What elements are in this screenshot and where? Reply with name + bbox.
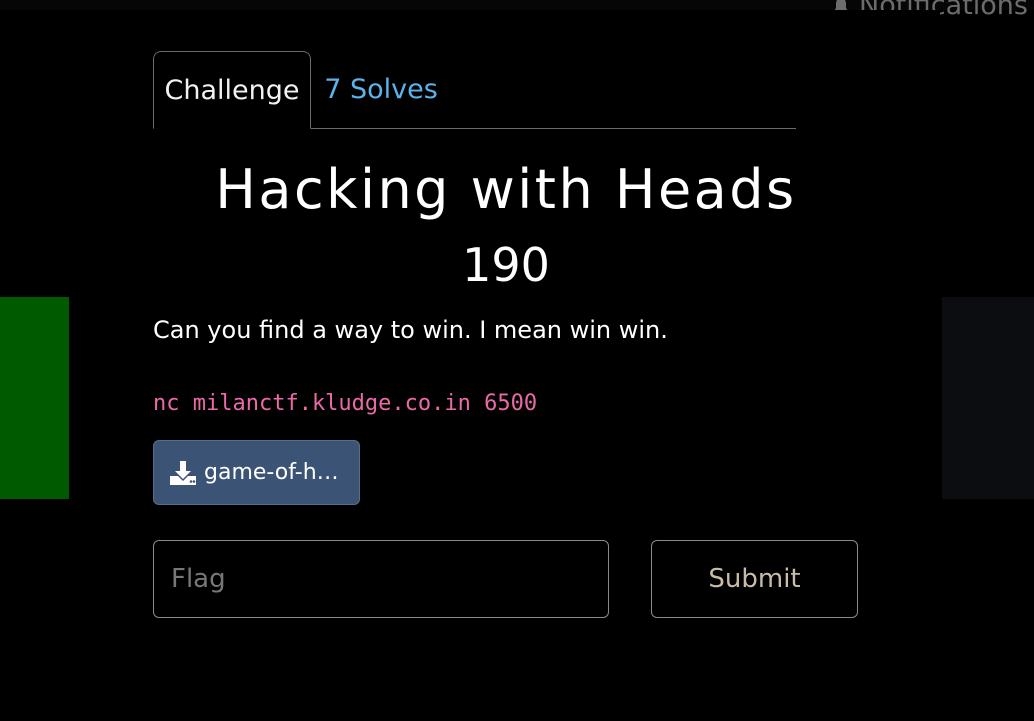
tab-solves[interactable]: 7 Solves: [311, 51, 451, 128]
background-challenge-card: [942, 297, 1034, 499]
challenge-tabs: Challenge 7 Solves: [153, 51, 796, 129]
tab-challenge-label: Challenge: [164, 74, 300, 106]
file-name: game-of-h…: [204, 460, 339, 485]
download-icon: [170, 460, 196, 485]
challenge-description: Can you find a way to win. I mean win wi…: [153, 316, 668, 344]
download-file-button[interactable]: game-of-h…: [153, 440, 360, 505]
challenge-title: Hacking with Heads: [215, 158, 797, 221]
submit-button[interactable]: Submit: [651, 540, 858, 618]
background-challenge-card-solved: [0, 297, 69, 499]
challenge-points: 190: [462, 238, 550, 292]
connection-command: nc milanctf.kludge.co.in 6500: [153, 391, 538, 416]
page: Notifications Challenge 7 Solves Hacking…: [0, 0, 1034, 721]
tab-challenge[interactable]: Challenge: [153, 51, 311, 129]
tab-solves-label: 7 Solves: [324, 74, 438, 105]
flag-input[interactable]: [153, 540, 609, 618]
